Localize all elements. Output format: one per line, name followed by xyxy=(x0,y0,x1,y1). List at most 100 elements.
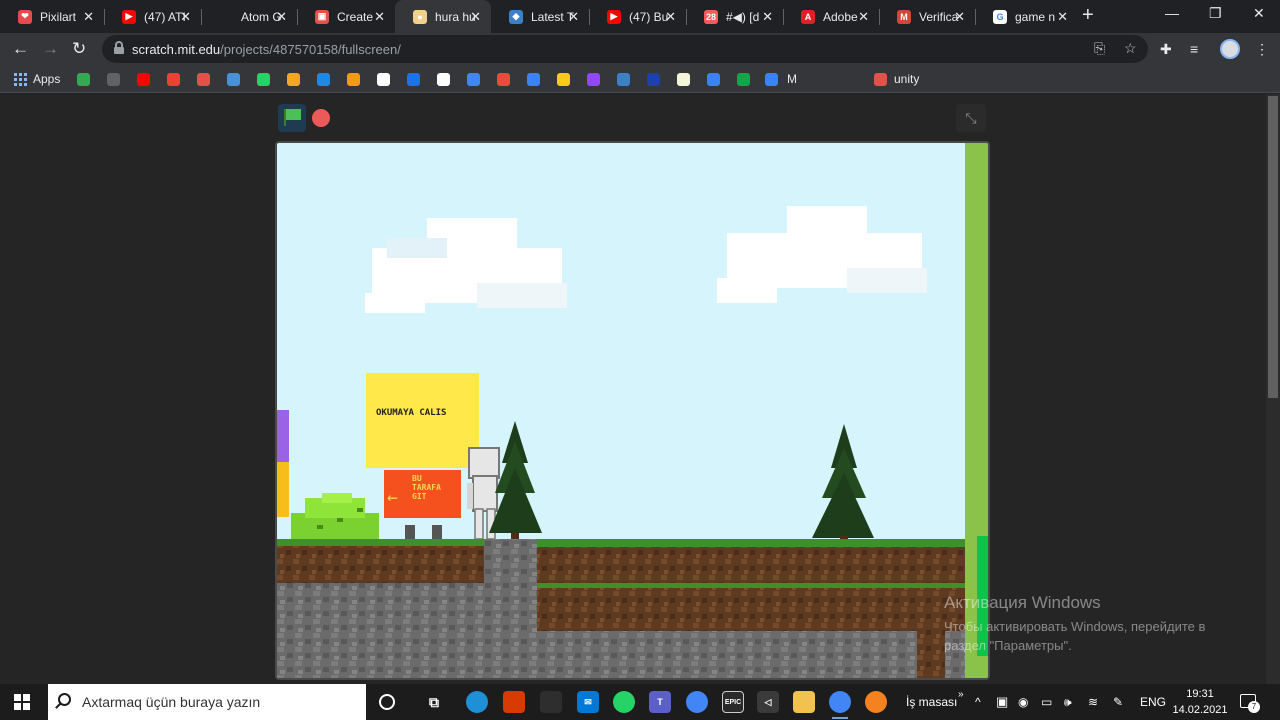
bookmark-favicon-icon xyxy=(587,72,600,86)
bookmark-icon-item[interactable] xyxy=(467,71,480,87)
tab-close-icon[interactable]: ✕ xyxy=(858,9,869,25)
game-stage[interactable]: ← OKUMAYA CALIS BU TARAFA GIT xyxy=(275,141,990,680)
start-button[interactable] xyxy=(14,694,30,710)
taskbar-search[interactable]: Axtarmaq üçün buraya yazın xyxy=(48,684,366,720)
bookmark-icon-item[interactable] xyxy=(347,71,360,87)
bookmark-icon-item[interactable] xyxy=(617,71,630,87)
browser-tab[interactable]: ● hura hu ✕ xyxy=(395,0,491,33)
bookmark-icon-item[interactable] xyxy=(437,71,450,87)
forward-icon[interactable]: → xyxy=(42,39,59,59)
epic-games-icon[interactable]: EPIC xyxy=(722,691,744,713)
bookmark-icon-item[interactable] xyxy=(227,71,240,87)
bookmark-m[interactable]: M xyxy=(787,71,797,87)
bookmark-icon-item[interactable] xyxy=(765,71,778,87)
chrome-running-icon[interactable] xyxy=(829,691,851,719)
bookmark-icon-item[interactable] xyxy=(317,71,330,87)
tab-close-icon[interactable]: ✕ xyxy=(374,9,385,25)
profile-avatar[interactable] xyxy=(1220,39,1240,59)
reading-list-icon[interactable]: ≡ xyxy=(1190,41,1198,57)
extensions-icon[interactable]: ✚ xyxy=(1160,41,1172,58)
browser-tab[interactable]: ◆ Latest T ✕ xyxy=(491,0,589,33)
bookmark-icon-item[interactable] xyxy=(497,71,510,87)
bookmark-icon-item[interactable] xyxy=(737,71,750,87)
address-bar[interactable]: scratch.mit.edu/projects/487570158/fulls… xyxy=(102,35,1148,63)
whatsapp-icon[interactable] xyxy=(613,691,635,713)
tab-close-icon[interactable]: ✕ xyxy=(1057,9,1068,25)
bookmark-apps[interactable]: Apps xyxy=(14,71,60,87)
bookmark-icon-item[interactable] xyxy=(107,71,120,87)
scrollbar-thumb[interactable] xyxy=(1268,96,1278,398)
bookmark-icon-item[interactable] xyxy=(527,71,540,87)
taskbar-clock[interactable]: 19:31 14.02.2021 xyxy=(1170,686,1230,718)
browser-tab[interactable]: ▶ (47) Bu ✕ xyxy=(589,0,686,33)
tab-close-icon[interactable]: ✕ xyxy=(665,9,676,25)
bookmark-icon-item[interactable] xyxy=(707,71,720,87)
battery-icon[interactable]: ▭ xyxy=(1041,684,1052,720)
file-explorer-icon[interactable] xyxy=(793,691,815,713)
volume-icon[interactable]: 🕪 xyxy=(1064,684,1072,720)
bookmark-icon-item[interactable] xyxy=(677,71,690,87)
menu-icon[interactable]: ⋮ xyxy=(1255,41,1269,58)
chrome-icon[interactable] xyxy=(686,691,708,713)
bookmark-icon-item[interactable] xyxy=(167,71,180,87)
browser-tab[interactable]: M Verifica ✕ xyxy=(879,0,975,33)
bookmark-unity[interactable]: unity xyxy=(874,71,919,87)
back-icon[interactable]: ← xyxy=(12,39,29,59)
tray-app-icon[interactable]: ▣ xyxy=(996,684,1008,720)
teams-icon[interactable]: T xyxy=(649,691,671,713)
tab-close-icon[interactable]: ✕ xyxy=(762,9,773,25)
bookmark-icon-item[interactable] xyxy=(197,71,210,87)
green-flag-button[interactable] xyxy=(278,104,306,132)
close-window-button[interactable]: ✕ xyxy=(1253,5,1265,22)
tab-favicon-icon: ▶ xyxy=(607,9,621,24)
office-icon[interactable] xyxy=(503,691,525,713)
bookmark-icon-item[interactable] xyxy=(587,71,600,87)
browser-tab[interactable]: Ggame n ✕ xyxy=(975,0,1078,33)
desktop-toolbar-label[interactable]: İş masası xyxy=(906,684,957,720)
restore-button[interactable]: ❐ xyxy=(1209,5,1222,22)
stop-button[interactable] xyxy=(312,109,330,127)
tab-close-icon[interactable]: ✕ xyxy=(276,9,287,25)
tab-close-icon[interactable]: ✕ xyxy=(954,9,965,25)
exit-fullscreen-button[interactable]: ⤡ xyxy=(956,104,986,132)
bookmark-icon-item[interactable] xyxy=(257,71,270,87)
bookmark-favicon-icon xyxy=(197,72,210,86)
browser-tab[interactable]: 28 #◀) [d ✕ xyxy=(686,0,783,33)
bookmark-icon-item[interactable] xyxy=(137,71,150,87)
tab-close-icon[interactable]: ✕ xyxy=(180,9,191,25)
calculator-app-icon[interactable] xyxy=(540,691,562,713)
bookmark-icon-item[interactable] xyxy=(377,71,390,87)
language-indicator[interactable]: ENG xyxy=(1140,684,1166,720)
page-scrollbar[interactable] xyxy=(1266,94,1280,684)
show-hidden-icons[interactable]: ^ xyxy=(975,684,981,720)
bookmark-icon-item[interactable] xyxy=(287,71,300,87)
tray-edge-icon[interactable]: ◉ xyxy=(1018,684,1028,720)
new-tab-button[interactable]: + xyxy=(1082,4,1094,27)
toolbar-chevron[interactable]: » xyxy=(958,676,964,712)
notification-center-icon[interactable]: 7 xyxy=(1240,694,1260,713)
minimize-button[interactable]: — xyxy=(1165,5,1179,21)
translate-icon[interactable]: ⎘ xyxy=(1094,40,1105,57)
bookmark-icon-item[interactable] xyxy=(647,71,660,87)
browser-tab[interactable]: ❤ Pixilart ✕ xyxy=(0,0,104,33)
bookmark-icon-item[interactable] xyxy=(77,71,90,87)
scratch-app-icon[interactable] xyxy=(865,691,887,713)
unity-hub-icon[interactable]: ◁ xyxy=(757,691,779,713)
reload-icon[interactable]: ↻ xyxy=(72,39,86,59)
edge-icon[interactable] xyxy=(466,691,488,713)
wifi-icon[interactable]: ≋ xyxy=(1088,684,1098,720)
browser-tab[interactable]: Atom G ✕ xyxy=(201,0,297,33)
browser-tab[interactable]: A Adobe ✕ xyxy=(783,0,879,33)
tab-close-icon[interactable]: ✕ xyxy=(470,9,481,25)
bookmark-icon-item[interactable] xyxy=(407,71,420,87)
mail-icon[interactable]: ✉ xyxy=(577,691,599,713)
browser-tab[interactable]: ▶ (47) ATI ✕ xyxy=(104,0,201,33)
task-view-icon[interactable]: ⧉ xyxy=(423,691,445,713)
bookmark-icon-item[interactable] xyxy=(557,71,570,87)
tab-close-icon[interactable]: ✕ xyxy=(568,9,579,25)
cortana-icon[interactable] xyxy=(379,694,395,710)
pen-icon[interactable]: ✎ xyxy=(1113,684,1123,720)
tab-close-icon[interactable]: ✕ xyxy=(83,9,94,25)
bookmark-star-icon[interactable]: ☆ xyxy=(1124,40,1137,57)
browser-tab[interactable]: ▣ Create ✕ xyxy=(297,0,395,33)
